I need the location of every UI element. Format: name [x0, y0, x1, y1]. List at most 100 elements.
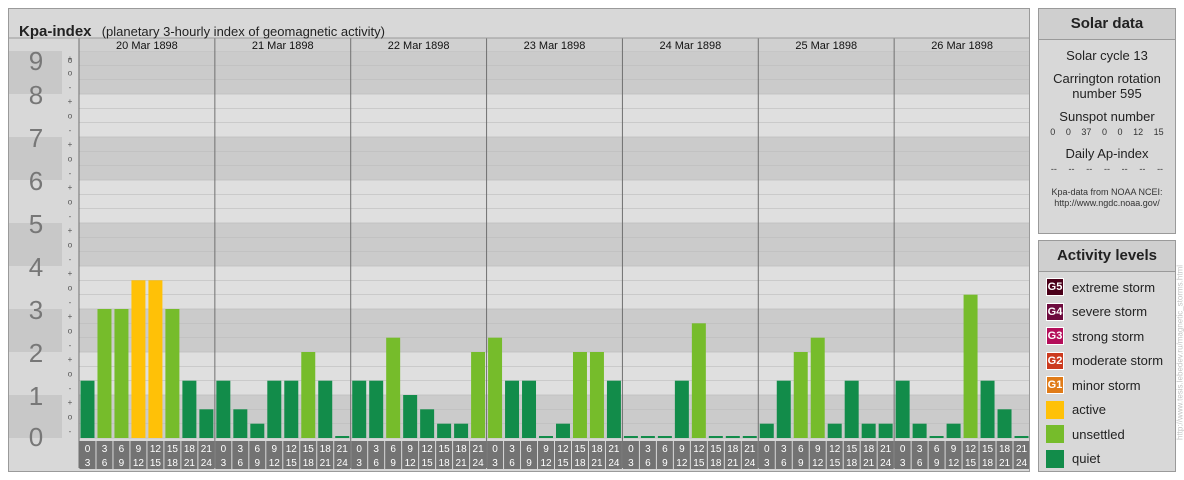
interval-start-label: 18 [320, 444, 332, 455]
interval-end-label: 3 [221, 458, 227, 469]
kp-bar [97, 309, 112, 438]
interval-end-label: 9 [662, 458, 668, 469]
sunspot-value: 0 [1101, 127, 1107, 137]
interval-end-label: 6 [509, 458, 515, 469]
kp-band [79, 51, 1029, 94]
kp-bar [454, 423, 469, 438]
interval-end-label: 3 [492, 458, 498, 469]
legend-label: extreme storm [1072, 279, 1156, 295]
legend-item: G4 severe storm [1039, 300, 1175, 325]
interval-start-label: 21 [1016, 444, 1028, 455]
data-credit: Kpa-data from NOAA NCEI: http://www.ngdc… [1051, 187, 1163, 208]
legend-item: G5 extreme storm [1039, 275, 1175, 300]
kp-bar [980, 380, 995, 438]
interval-end-label: 3 [85, 458, 91, 469]
ap-value: -- [1121, 164, 1128, 174]
interval-start-label: 18 [999, 444, 1011, 455]
kp-bar [182, 380, 197, 438]
chart-title: Kpa-index (planetary 3-hourly index of g… [19, 23, 385, 41]
interval-start-label: 9 [679, 444, 685, 455]
y-tick-label: 2 [29, 338, 43, 368]
interval-end-label: 9 [526, 458, 532, 469]
interval-end-label: 6 [238, 458, 244, 469]
interval-end-label: 24 [337, 458, 349, 469]
interval-start-label: 6 [255, 444, 261, 455]
chart-subtitle: (planetary 3-hourly index of geomagnetic… [101, 24, 385, 39]
sunspot-value: 37 [1081, 127, 1092, 137]
interval-end-label: 9 [119, 458, 125, 469]
sunspot-value: 15 [1153, 127, 1164, 137]
interval-start-label: 21 [744, 444, 756, 455]
legend-item: active [1039, 398, 1175, 423]
kp-bar [708, 436, 723, 438]
kp-bar [963, 294, 978, 438]
kp-bar [199, 409, 214, 438]
interval-start-label: 6 [390, 444, 396, 455]
interval-start-label: 0 [221, 444, 227, 455]
ap-value: -- [1068, 164, 1075, 174]
ap-value: -- [1103, 164, 1110, 174]
interval-end-label: 24 [744, 458, 756, 469]
interval-end-label: 6 [917, 458, 923, 469]
y-sub-tick: - [69, 298, 72, 307]
interval-end-label: 15 [557, 458, 569, 469]
y-sub-tick: + [68, 183, 73, 192]
day-label: 20 Mar 1898 [116, 40, 178, 52]
solar-data-panel: Solar data Solar cycle 13 Carrington rot… [1038, 8, 1176, 234]
interval-end-label: 9 [390, 458, 396, 469]
ap-value: -- [1050, 164, 1057, 174]
kp-bar [742, 436, 757, 438]
chart-title-main: Kpa-index [19, 23, 92, 40]
interval-end-label: 15 [422, 458, 434, 469]
interval-end-label: 21 [999, 458, 1011, 469]
kp-band [79, 137, 1029, 180]
interval-end-label: 6 [781, 458, 787, 469]
interval-start-label: 12 [286, 444, 298, 455]
kp-bar [640, 436, 655, 438]
interval-end-label: 12 [812, 458, 824, 469]
watermark-text: http://www.tesis.lebedev.ru/magnetic_sto… [1175, 264, 1184, 441]
y-sub-tick: - [69, 384, 72, 393]
legend-item: G2 moderate storm [1039, 349, 1175, 374]
interval-start-label: 0 [764, 444, 770, 455]
ap-values: -- -- -- -- -- -- -- [1039, 164, 1175, 175]
kp-bar [522, 380, 537, 438]
kp-band [79, 223, 1029, 266]
day-label: 22 Mar 1898 [388, 40, 450, 52]
y-sub-tick: - [69, 427, 72, 436]
sunspot-value: 0 [1050, 127, 1056, 137]
y-sub-tick: - [69, 341, 72, 350]
interval-end-label: 6 [645, 458, 651, 469]
kp-bar [165, 309, 180, 438]
interval-start-label: 0 [356, 444, 362, 455]
kp-bar [776, 380, 791, 438]
y-sub-tick: - [69, 212, 72, 221]
interval-start-label: 12 [557, 444, 569, 455]
interval-end-label: 18 [303, 458, 315, 469]
interval-start-label: 0 [628, 444, 634, 455]
interval-start-label: 18 [456, 444, 468, 455]
y-tick-label: 3 [29, 295, 43, 325]
interval-end-label: 24 [880, 458, 892, 469]
kp-bar [131, 280, 146, 438]
interval-start-label: 6 [662, 444, 668, 455]
kp-bar [793, 352, 808, 438]
y-sub-tick: o [68, 56, 73, 65]
interval-end-label: 18 [846, 458, 858, 469]
interval-start-label: 15 [303, 444, 315, 455]
interval-end-label: 21 [727, 458, 739, 469]
y-tick-label: 6 [29, 166, 43, 196]
kp-bar [827, 423, 842, 438]
kp-band [79, 266, 1029, 309]
legend-item: G1 minor storm [1039, 373, 1175, 398]
kp-bar [844, 380, 859, 438]
interval-end-label: 21 [591, 458, 603, 469]
kp-bar [912, 423, 927, 438]
interval-end-label: 21 [456, 458, 468, 469]
interval-start-label: 3 [645, 444, 651, 455]
y-sub-tick: o [68, 112, 73, 121]
y-tick-label: 1 [29, 381, 43, 411]
interval-start-label: 9 [272, 444, 278, 455]
kp-band [79, 309, 1029, 352]
kp-bar [80, 380, 95, 438]
